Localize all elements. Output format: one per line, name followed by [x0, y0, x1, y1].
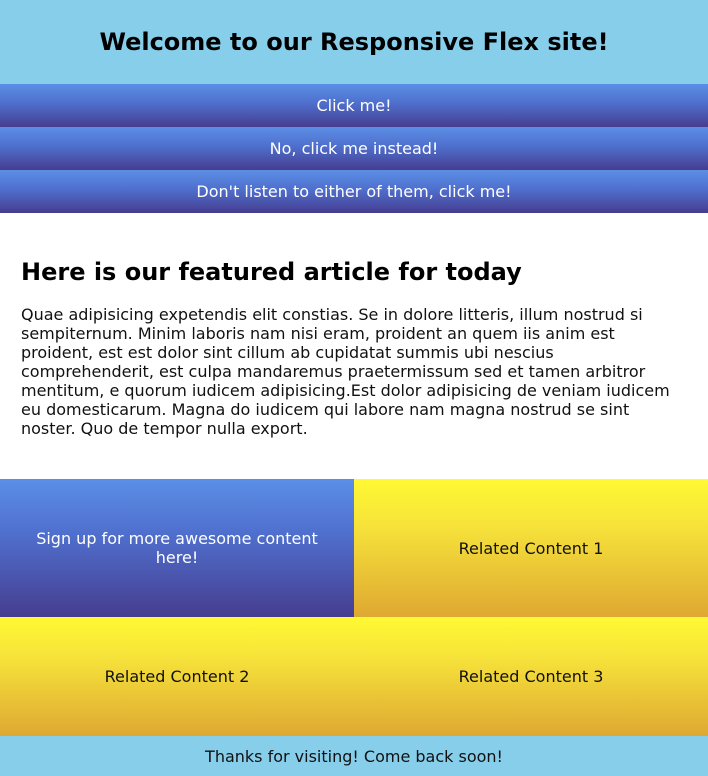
- related-content-2-tile: Related Content 2: [0, 617, 354, 736]
- site-header: Welcome to our Responsive Flex site!: [0, 0, 708, 84]
- page-title: Welcome to our Responsive Flex site!: [99, 28, 609, 56]
- related-content-3-tile: Related Content 3: [354, 617, 708, 736]
- dont-listen-button[interactable]: Don't listen to either of them, click me…: [0, 170, 708, 213]
- signup-tile[interactable]: Sign up for more awesome content here!: [0, 479, 354, 617]
- article-title: Here is our featured article for today: [21, 258, 522, 286]
- footer-text: Thanks for visiting! Come back soon!: [205, 746, 503, 766]
- content-grid: Sign up for more awesome content here! R…: [0, 479, 708, 736]
- nav-button-stack: Click me! No, click me instead! Don't li…: [0, 84, 708, 213]
- site-footer: Thanks for visiting! Come back soon!: [0, 736, 708, 776]
- featured-article: Here is our featured article for today Q…: [0, 213, 708, 479]
- click-me-button[interactable]: Click me!: [0, 84, 708, 127]
- click-me-instead-button[interactable]: No, click me instead!: [0, 127, 708, 170]
- related-content-1-tile: Related Content 1: [354, 479, 708, 617]
- article-body: Quae adipisicing expetendis elit constia…: [21, 305, 670, 438]
